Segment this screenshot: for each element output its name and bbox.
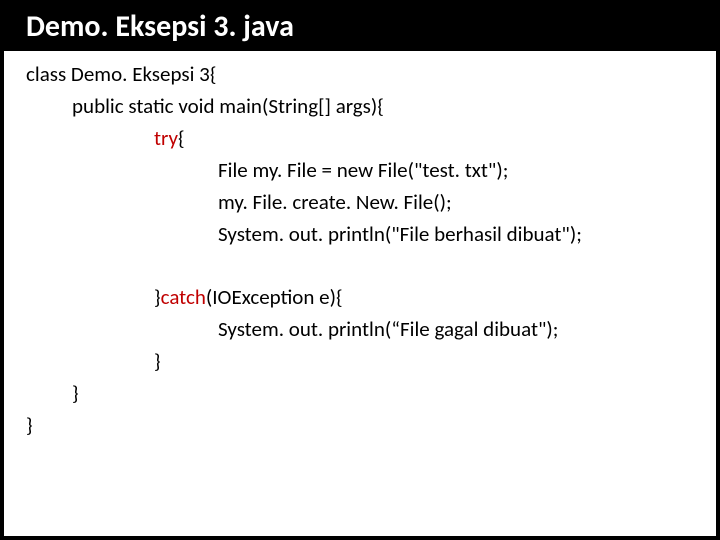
code-line: System. out. println("File berhasil dibu… — [26, 219, 698, 251]
code-line: try{ — [26, 123, 698, 155]
code-text: { — [178, 125, 185, 151]
code-line: class Demo. Eksepsi 3{ — [26, 59, 698, 91]
code-line: } — [26, 378, 698, 410]
code-text: (IOException e){ — [206, 284, 343, 310]
code-text: } — [154, 284, 161, 310]
code-line: } — [26, 346, 698, 378]
code-line: System. out. println(“File gagal dibuat"… — [26, 314, 698, 346]
keyword-catch: catch — [161, 284, 206, 310]
slide-frame: Demo. Eksepsi 3. java class Demo. Ekseps… — [0, 0, 720, 540]
slide-title: Demo. Eksepsi 3. java — [4, 4, 716, 51]
keyword-try: try — [154, 125, 178, 151]
code-block: class Demo. Eksepsi 3{ public static voi… — [4, 51, 716, 442]
code-line: my. File. create. New. File(); — [26, 187, 698, 219]
code-line: } — [26, 410, 698, 442]
slide-inner: Demo. Eksepsi 3. java class Demo. Ekseps… — [4, 4, 716, 536]
code-line: public static void main(String[] args){ — [26, 91, 698, 123]
code-line: }catch(IOException e){ — [26, 282, 698, 314]
blank-line — [26, 250, 698, 282]
code-line: File my. File = new File("test. txt"); — [26, 155, 698, 187]
